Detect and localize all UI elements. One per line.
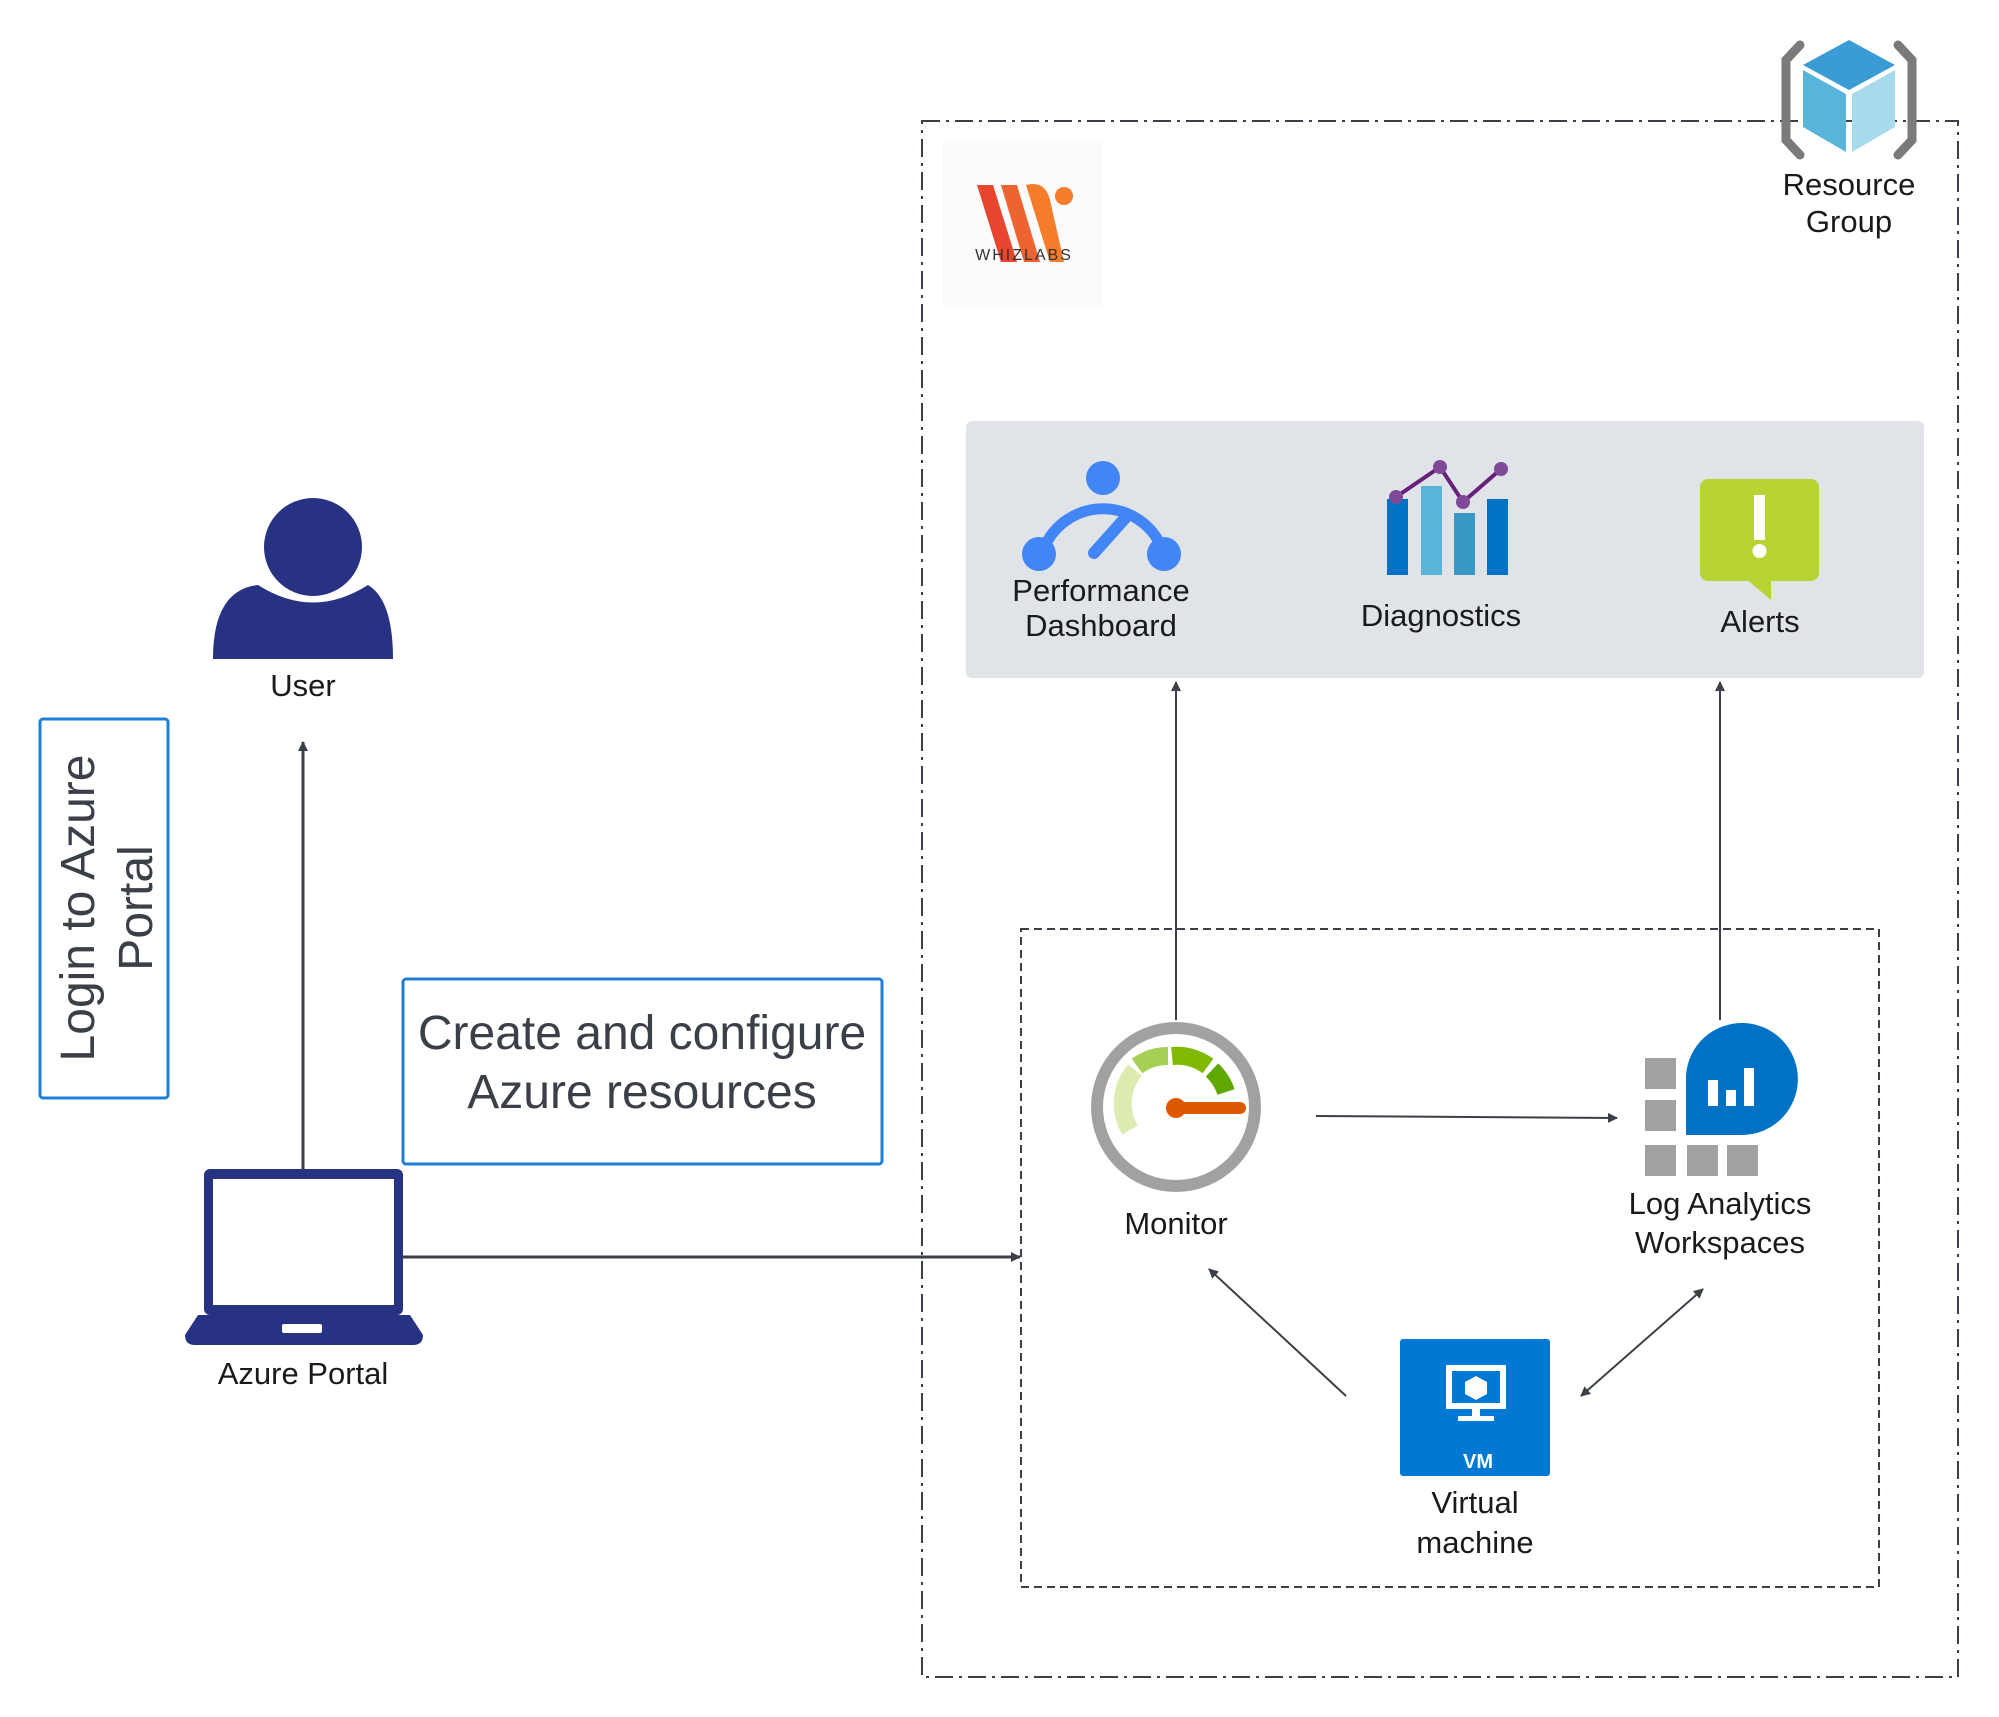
architecture-diagram: WHIZLABS Resource Group Performance Dash… [38, 40, 1959, 1678]
create-note-line1: Create and configure [418, 1007, 866, 1060]
performance-dashboard-label-line2: Dashboard [1025, 608, 1177, 643]
log-analytics-icon[interactable] [1645, 1023, 1798, 1176]
log-analytics-label-line2: Workspaces [1635, 1225, 1805, 1260]
login-note: Login to Azure Portal [38, 717, 170, 1100]
resource-group-label-line1: Resource [1783, 167, 1916, 202]
alerts-label: Alerts [1720, 604, 1799, 639]
vm-label-line2: machine [1416, 1525, 1533, 1560]
arrow-monitor-to-log-analytics [1315, 1112, 1618, 1123]
resource-group-label-line2: Group [1806, 204, 1892, 239]
monitor-icon[interactable] [1091, 1022, 1261, 1192]
azure-portal-label: Azure Portal [218, 1356, 389, 1391]
resource-group-icon [1781, 40, 1917, 160]
user-label: User [270, 668, 335, 703]
login-note-line2: Portal [110, 845, 163, 970]
azure-portal-laptop-icon[interactable] [185, 1169, 423, 1345]
diagnostics-label: Diagnostics [1361, 598, 1521, 633]
virtual-machine-icon[interactable]: VM [1400, 1339, 1550, 1476]
vm-label-line1: Virtual [1431, 1485, 1518, 1520]
user-icon [213, 498, 393, 659]
performance-dashboard-label-line1: Performance [1012, 573, 1189, 608]
vm-badge-text: VM [1463, 1451, 1493, 1473]
monitor-label: Monitor [1124, 1206, 1227, 1241]
login-note-line1: Login to Azure [52, 755, 105, 1062]
whizlabs-logo-text: WHIZLABS [975, 247, 1073, 264]
create-configure-note: Create and configure Azure resources [401, 977, 884, 1166]
whizlabs-logo: WHIZLABS [943, 140, 1103, 306]
log-analytics-label-line1: Log Analytics [1629, 1186, 1812, 1221]
create-note-line2: Azure resources [467, 1066, 816, 1119]
arrow-vm-log-analytics [1580, 1288, 1704, 1397]
arrow-vm-to-monitor [1208, 1268, 1347, 1397]
